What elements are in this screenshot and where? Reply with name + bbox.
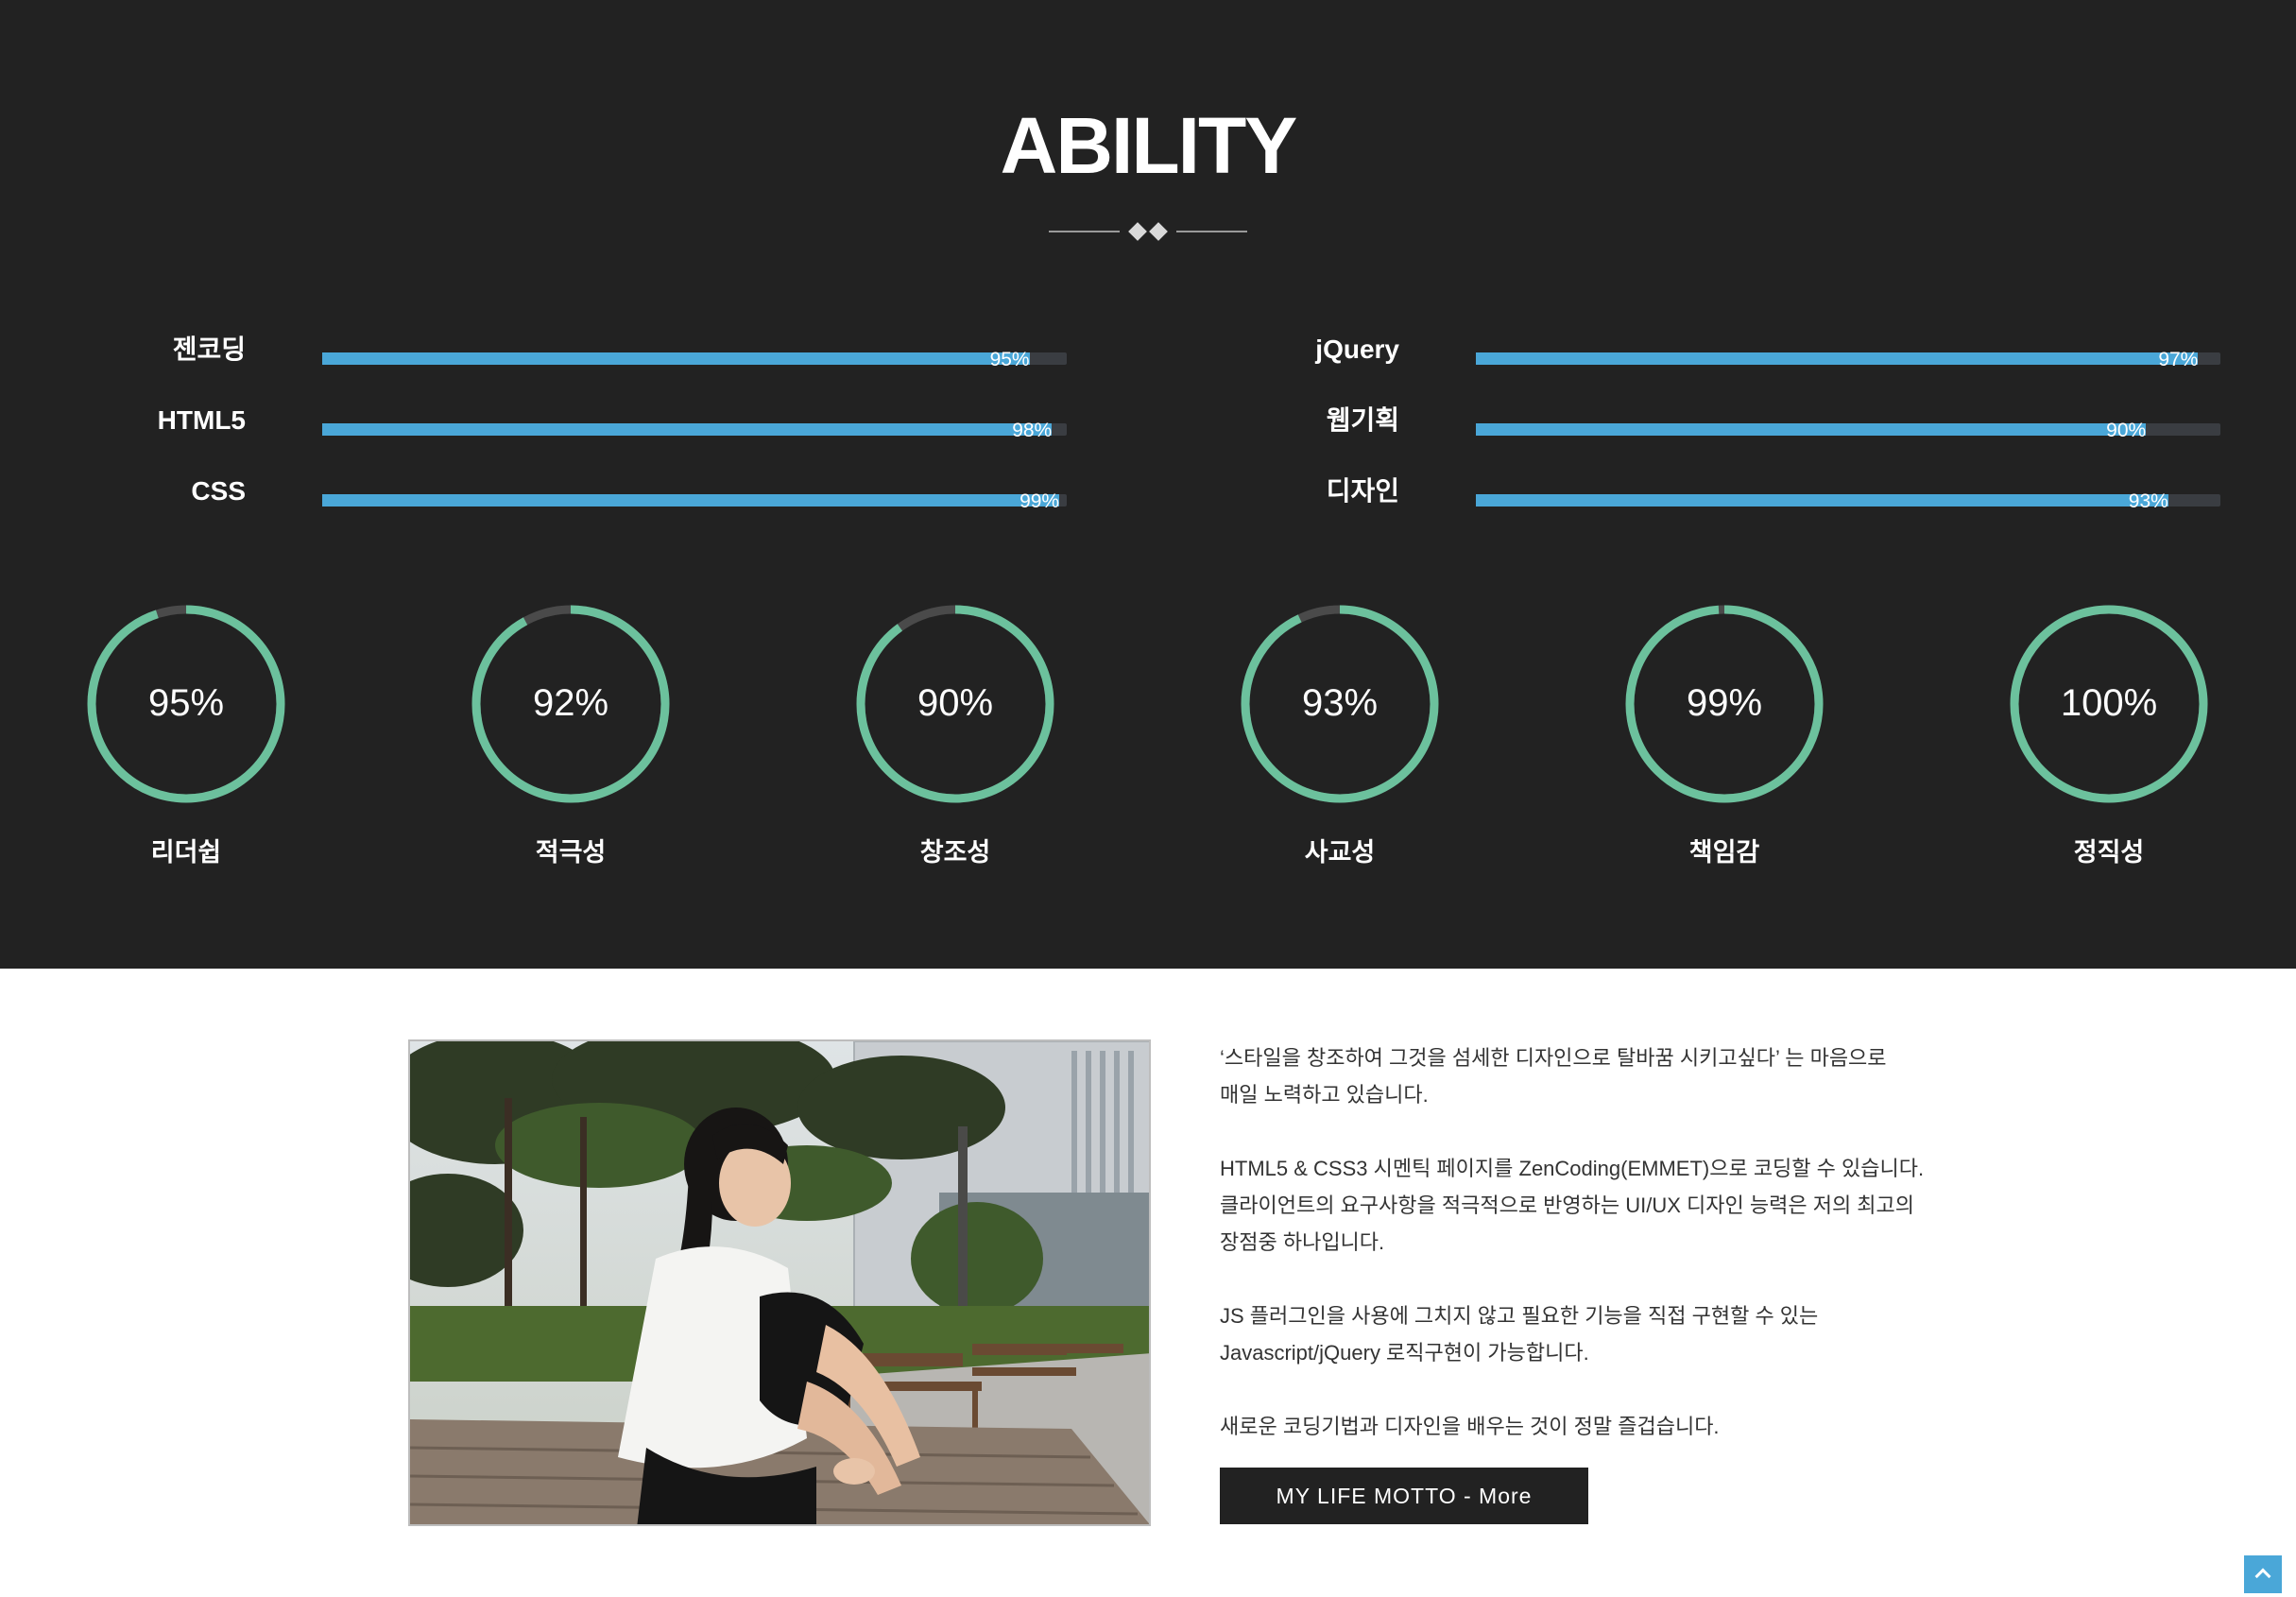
skill-bar-row: CSS 99%	[0, 470, 1134, 526]
skill-bar-fill	[322, 423, 1053, 436]
diamond-divider-icon	[1049, 220, 1247, 243]
circle-value: 95%	[147, 682, 225, 724]
skill-bar-fill	[322, 352, 1030, 365]
about-paragraph: HTML5 & CSS3 시멘틱 페이지를 ZenCoding(EMMET)으로…	[1220, 1150, 1928, 1261]
chevron-up-icon	[2254, 1568, 2271, 1585]
skill-bar-fill	[322, 494, 1060, 507]
skill-name: 디자인	[1326, 476, 1399, 506]
skill-bar-fill	[1476, 352, 2199, 365]
circle-label: 정직성	[2073, 838, 2145, 867]
skill-percent: 90%	[2106, 420, 2147, 441]
circle-gauge: 90% 창조성	[842, 605, 1069, 879]
skill-bar-fill	[1476, 494, 2168, 507]
about-line: 장점중 하나입니다.	[1220, 1230, 1385, 1254]
circle-gauge: 93% 사교성	[1226, 605, 1453, 879]
about-paragraph: ‘스타일을 창조하여 그것을 섬세한 디자인으로 탈바꿈 시키고싶다’ 는 마음…	[1220, 1039, 1928, 1113]
circle-label: 적극성	[535, 838, 607, 867]
scroll-top-button[interactable]	[2244, 1555, 2282, 1593]
skill-name: HTML5	[157, 405, 246, 435]
circle-label: 사교성	[1304, 838, 1376, 867]
ability-section: ABILITY 젠코딩 95% HTML5 98% CSS 99% jQuery…	[0, 0, 2296, 969]
circle-value: 100%	[2060, 682, 2158, 724]
skill-bar-track: 90%	[1476, 420, 2220, 441]
about-line: Javascript/jQuery 로직구현이 가능합니다.	[1220, 1341, 1589, 1365]
about-line: ‘스타일을 창조하여 그것을 섬세한 디자인으로 탈바꿈 시키고싶다’ 는 마음…	[1220, 1046, 1887, 1070]
circle-value: 93%	[1301, 682, 1379, 724]
skill-bar-row: 디자인 93%	[1154, 470, 2287, 526]
skill-name: 웹기획	[1326, 405, 1399, 435]
skill-percent: 99%	[1019, 490, 1060, 512]
skill-percent: 93%	[2128, 490, 2168, 512]
circle-value: 92%	[532, 682, 609, 724]
profile-photo	[408, 1039, 1151, 1526]
circle-gauge: 92% 적극성	[457, 605, 684, 879]
circle-gauge: 99% 책임감	[1611, 605, 1838, 879]
skill-percent: 97%	[2158, 349, 2199, 370]
about-paragraph: 새로운 코딩기법과 디자인을 배우는 것이 정말 즐겁습니다.	[1220, 1408, 1928, 1445]
skill-name: 젠코딩	[172, 335, 246, 364]
skill-bar-track: 97%	[1476, 349, 2220, 370]
skill-bar-row: HTML5 98%	[0, 399, 1134, 455]
circle-value: 90%	[917, 682, 994, 724]
skill-bar-track: 95%	[322, 349, 1067, 370]
circle-label: 리더쉽	[150, 838, 222, 867]
circle-label: 책임감	[1688, 838, 1760, 867]
about-line: HTML5 & CSS3 시멘틱 페이지를 ZenCoding(EMMET)으로…	[1220, 1157, 1925, 1180]
skill-bar-track: 93%	[1476, 490, 2220, 512]
skill-bar-row: 젠코딩 95%	[0, 328, 1134, 385]
skill-bar-track: 98%	[322, 420, 1067, 441]
circle-label: 창조성	[919, 838, 991, 867]
skill-percent: 95%	[989, 349, 1030, 370]
circle-gauge: 100% 정직성	[1996, 605, 2222, 879]
skill-name: CSS	[191, 476, 246, 506]
skill-bar-row: 웹기획 90%	[1154, 399, 2287, 455]
skill-name: jQuery	[1315, 335, 1399, 364]
about-line: 새로운 코딩기법과 디자인을 배우는 것이 정말 즐겁습니다.	[1220, 1415, 1720, 1438]
skill-percent: 98%	[1012, 420, 1053, 441]
life-motto-more-button[interactable]: MY LIFE MOTTO - More	[1220, 1468, 1588, 1524]
about-paragraph: JS 플러그인을 사용에 그치지 않고 필요한 기능을 직접 구현할 수 있는 …	[1220, 1297, 1928, 1371]
skill-bar-row: jQuery 97%	[1154, 328, 2287, 385]
circle-value: 99%	[1686, 682, 1763, 724]
about-line: 클라이언트의 요구사항을 적극적으로 반영하는 UI/UX 디자인 능력은 저의…	[1220, 1193, 1915, 1217]
about-line: 매일 노력하고 있습니다.	[1220, 1083, 1429, 1107]
circle-gauge: 95% 리더쉽	[73, 605, 300, 879]
about-text: ‘스타일을 창조하여 그것을 섬세한 디자인으로 탈바꿈 시키고싶다’ 는 마음…	[1220, 1039, 1928, 1482]
section-title: ABILITY	[1000, 101, 1298, 190]
about-line: JS 플러그인을 사용에 그치지 않고 필요한 기능을 직접 구현할 수 있는	[1220, 1304, 1819, 1328]
skill-bar-track: 99%	[322, 490, 1067, 512]
skill-bar-fill	[1476, 423, 2147, 436]
